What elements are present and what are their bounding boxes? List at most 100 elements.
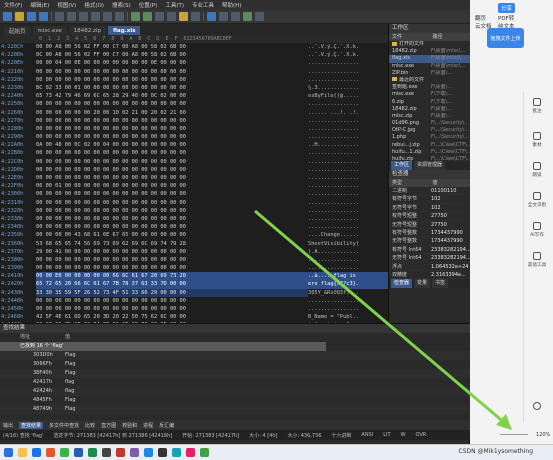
hex-row[interactable]: 4:2460h 42 5F 4E 61 6D 65 20 3D 20 22 50 … bbox=[0, 313, 388, 321]
status-ovr[interactable]: OVR bbox=[416, 432, 427, 438]
inspector-row[interactable]: 有符号短整 27750 bbox=[389, 212, 470, 221]
hex-row[interactable]: 4:22C0h 00 00 00 00 00 00 00 00 00 00 00 … bbox=[0, 158, 388, 166]
hex-row[interactable]: 4:220Eh 00 00 04 00 0E 00 00 00 00 00 00 … bbox=[0, 59, 388, 67]
hex-bytes[interactable]: 0A 00 48 00 0C 02 00 04 00 00 00 00 00 0… bbox=[36, 141, 308, 149]
workspace-col-file[interactable]: 文件 bbox=[389, 33, 430, 41]
file-tab[interactable]: misc.exe bbox=[32, 26, 67, 35]
workspace-file[interactable]: huifu...1.zip F\...\Ciwe\CTF\... bbox=[389, 149, 470, 156]
inspector-row[interactable]: 无符号整数 1734437990 bbox=[389, 237, 470, 246]
copy-icon[interactable] bbox=[79, 12, 88, 21]
hex-ascii[interactable]: ................ bbox=[308, 76, 388, 84]
hex-bytes[interactable]: 53 68 65 65 74 56 69 73 69 62 69 6C 69 7… bbox=[36, 240, 308, 248]
inspector-row[interactable]: 无符号字节 102 bbox=[389, 204, 470, 213]
results-col-address[interactable]: 地址 bbox=[20, 333, 65, 342]
menu-item[interactable]: 工具(T) bbox=[165, 1, 184, 9]
new-file-icon[interactable] bbox=[3, 12, 12, 21]
result-row[interactable]: 48749h Flag bbox=[0, 405, 470, 414]
hex-row[interactable]: 4:22D0h 00 00 00 00 00 00 00 00 00 00 00 … bbox=[0, 166, 388, 174]
app-icon[interactable] bbox=[74, 448, 83, 457]
bottom-tab[interactable]: 反汇编 bbox=[159, 422, 174, 429]
hex-bytes[interactable]: 00 00 00 00 00 00 00 00 00 00 00 00 00 0… bbox=[36, 256, 308, 264]
settings-icon[interactable] bbox=[255, 12, 264, 21]
results-group[interactable]: 已找到 16 个 'flag' bbox=[0, 342, 326, 351]
tool-read-aloud[interactable]: 朗读 bbox=[525, 162, 549, 178]
hex-row[interactable]: 4:2300h 00 00 00 00 00 00 00 00 00 00 00 … bbox=[0, 190, 388, 198]
inspector-row[interactable]: 无符号短整 27750 bbox=[389, 221, 470, 229]
tool-ai-write[interactable]: AI写作 bbox=[525, 222, 549, 238]
hex-bytes[interactable]: 29 00 41 00 00 00 00 00 00 00 00 00 00 0… bbox=[36, 248, 308, 256]
hex-row[interactable]: 4:22F0h 06 00 01 00 00 00 00 00 00 00 00 … bbox=[0, 182, 388, 190]
windows-start-icon[interactable] bbox=[4, 448, 13, 457]
hex-bytes[interactable]: 42 5F 4E 61 6D 65 20 3D 20 22 50 75 62 6… bbox=[36, 313, 308, 321]
hex-ascii[interactable]: ..à.....flag is bbox=[308, 272, 388, 281]
find-icon[interactable] bbox=[131, 12, 140, 21]
hex-row[interactable]: 4:2440h 00 00 00 00 00 00 00 00 00 00 00 … bbox=[0, 297, 388, 305]
hex-ascii[interactable]: ere flag{x7?c3}. bbox=[308, 280, 388, 289]
bottom-tab[interactable]: 校验和 bbox=[122, 422, 137, 429]
bottom-tab[interactable]: 比较 bbox=[85, 422, 95, 429]
hex-ascii[interactable]: SheetVisibility( bbox=[308, 240, 388, 248]
workspace-file[interactable]: rebui...j.zip F\...\Ciwe\CTF\... bbox=[389, 142, 470, 149]
result-row[interactable]: 3066Fh Flag bbox=[0, 360, 470, 369]
hex-bytes[interactable]: 00 00 00 00 00 00 00 00 00 00 00 00 00 0… bbox=[36, 215, 308, 223]
hex-bytes[interactable]: 00 00 00 00 00 00 00 00 00 00 00 00 00 0… bbox=[36, 190, 308, 198]
hex-bytes[interactable]: 00 00 00 00 00 00 00 00 00 00 00 00 00 0… bbox=[36, 158, 308, 166]
hex-ascii[interactable]: ................ bbox=[308, 100, 388, 108]
share-button[interactable]: 分享 bbox=[498, 3, 516, 13]
file-tab[interactable]: 起始页 bbox=[4, 26, 31, 35]
inspector-row[interactable]: 有符号字节 102 bbox=[389, 195, 470, 204]
workspace-folder[interactable]: 打开的文件 bbox=[389, 41, 470, 48]
inspector-row[interactable]: 有符号整数 1734437990 bbox=[389, 229, 470, 238]
bottom-tab[interactable]: 查找结果 bbox=[19, 421, 44, 429]
inspector-row[interactable]: 浮点 1.064532e+24 bbox=[389, 263, 470, 271]
menu-item[interactable]: 文件(F) bbox=[4, 1, 22, 9]
hex-ascii[interactable]: ................ bbox=[308, 125, 388, 133]
sidebar-item-1[interactable]: PDF转 bbox=[498, 14, 514, 22]
hex-row[interactable]: 4:2240h 65 73 42 79 46 69 6C 65 28 29 40 … bbox=[0, 92, 388, 100]
replace-icon[interactable] bbox=[143, 12, 152, 21]
hex-bytes[interactable]: 00 00 00 00 00 00 00 00 00 00 00 00 00 0… bbox=[36, 174, 308, 182]
hex-ascii[interactable]: ................ bbox=[308, 133, 388, 141]
script-icon[interactable] bbox=[191, 12, 200, 21]
paste-icon[interactable] bbox=[91, 12, 100, 21]
hex-row[interactable]: 4:2310h 00 00 00 00 00 00 00 00 00 00 00 … bbox=[0, 199, 388, 207]
menu-item[interactable]: 格式(O) bbox=[84, 1, 104, 9]
hex-row[interactable]: 4:2210h 00 00 00 00 00 00 00 00 00 00 00 … bbox=[0, 68, 388, 76]
workspace-folder[interactable]: 最近的文件 bbox=[389, 77, 470, 84]
menu-item[interactable]: 专业工具 bbox=[192, 1, 214, 9]
hex-ascii[interactable]: ................ bbox=[308, 215, 388, 223]
hex-bytes[interactable]: 00 00 00 00 00 00 00 00 00 00 00 00 00 0… bbox=[36, 149, 308, 157]
tool-ocr[interactable]: 全文识别 bbox=[525, 192, 549, 208]
hex-ascii[interactable]: ................ bbox=[308, 174, 388, 182]
hex-ascii[interactable]: ..¨.V.ÿ.Ç.¨.X.k. bbox=[308, 51, 388, 59]
gear-button[interactable] bbox=[525, 402, 549, 412]
open-folder-icon[interactable] bbox=[15, 12, 24, 21]
hex-bytes[interactable]: 00 00 00 00 00 00 00 00 00 00 00 00 00 0… bbox=[36, 264, 308, 272]
hex-row[interactable]: 4:2370h 29 00 41 00 00 00 00 00 00 00 00 … bbox=[0, 248, 388, 256]
hex-row[interactable]: 4:2340h 00 00 00 00 00 00 00 00 00 00 00 … bbox=[0, 223, 388, 231]
hex-row[interactable]: 4:2290h 00 00 00 00 00 00 00 00 00 00 00 … bbox=[0, 133, 388, 141]
upload-button[interactable]: 拖拽文件上传 bbox=[487, 28, 524, 48]
hex-row[interactable]: 4:2320h 00 00 00 00 00 00 00 00 00 00 00 … bbox=[0, 207, 388, 215]
save-icon[interactable] bbox=[27, 12, 36, 21]
run-icon[interactable] bbox=[243, 12, 252, 21]
panel-tab[interactable]: 变量 bbox=[414, 279, 431, 289]
tool-other[interactable]: 其他工具 bbox=[525, 252, 549, 268]
hex-row[interactable]: 4:2280h 00 00 00 00 00 00 00 00 00 00 00 … bbox=[0, 125, 388, 133]
hex-ascii[interactable]: ................ bbox=[308, 256, 388, 264]
workspace-col-path[interactable]: 路径 bbox=[430, 33, 471, 41]
hex-ascii[interactable]: ..H............. bbox=[308, 141, 388, 149]
result-row[interactable]: 303D0h Flag bbox=[0, 351, 470, 360]
app-icon[interactable] bbox=[46, 448, 55, 457]
menu-item[interactable]: 搜索(S) bbox=[112, 1, 131, 9]
app-icon[interactable] bbox=[60, 448, 69, 457]
status-ansi[interactable]: ANSI bbox=[361, 432, 373, 438]
menu-item[interactable]: 位置(P) bbox=[139, 1, 158, 9]
hex-ascii[interactable]: ).A............. bbox=[308, 248, 388, 256]
results-col-value[interactable]: 值 bbox=[65, 333, 70, 342]
text-mode-icon[interactable] bbox=[219, 12, 228, 21]
menu-item[interactable]: 视图(V) bbox=[57, 1, 76, 9]
file-tab[interactable]: 18482.zip bbox=[68, 26, 106, 35]
hex-bytes[interactable]: 00 00 00 00 00 00 00 00 00 00 00 00 00 0… bbox=[36, 207, 308, 215]
hex-bytes[interactable]: 00 00 00 00 00 00 00 00 00 00 00 00 00 0… bbox=[36, 100, 308, 108]
